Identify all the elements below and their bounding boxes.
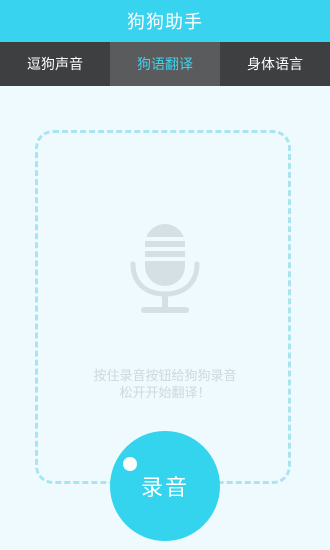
- tab-dog-sounds[interactable]: 逗狗声音: [0, 42, 110, 86]
- dog-helper-app: 狗狗助手 逗狗声音 狗语翻译 身体语言 按住录音按钮给狗狗录音 松开开始翻译！ …: [0, 0, 330, 550]
- tab-dog-translate[interactable]: 狗语翻译: [110, 42, 220, 86]
- app-title: 狗狗助手: [127, 12, 203, 33]
- record-hint-line1: 按住录音按钮给狗狗录音: [93, 369, 237, 384]
- tab-label: 逗狗声音: [27, 57, 83, 73]
- tab-label: 狗语翻译: [137, 57, 193, 73]
- record-button[interactable]: 录音: [110, 431, 220, 541]
- title-bar: 狗狗助手: [0, 0, 330, 42]
- microphone-icon: [130, 224, 200, 313]
- tab-body-language[interactable]: 身体语言: [220, 42, 330, 86]
- button-highlight: [123, 457, 137, 471]
- tab-label: 身体语言: [247, 57, 303, 73]
- tab-bar: 逗狗声音 狗语翻译 身体语言: [0, 42, 330, 86]
- record-hint-line2: 松开开始翻译！: [119, 386, 211, 401]
- record-button-label: 录音: [140, 476, 189, 501]
